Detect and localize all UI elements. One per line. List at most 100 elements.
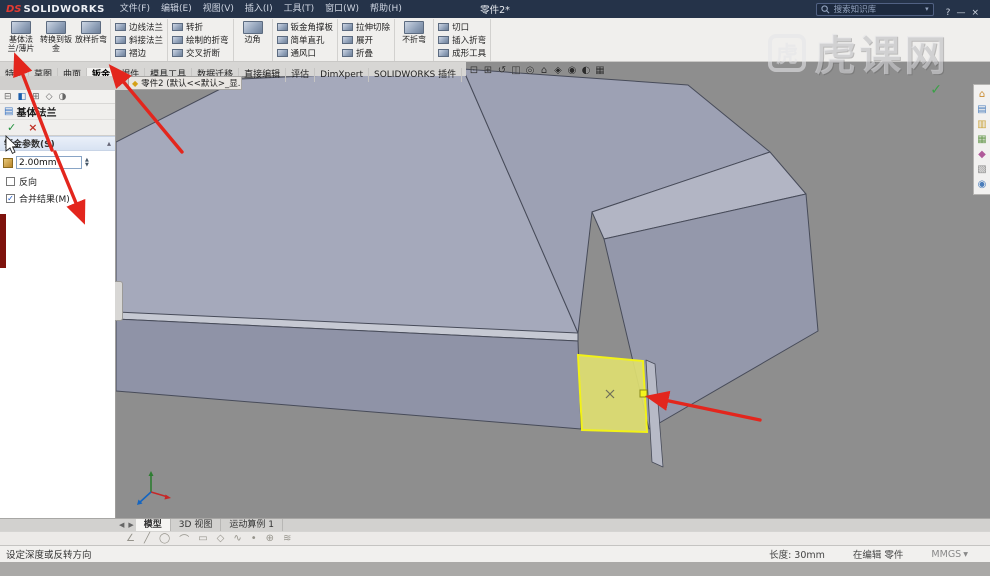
ribbon-button[interactable]: 通风口	[275, 46, 336, 59]
command-tab[interactable]: 评估	[286, 68, 316, 82]
command-tab[interactable]: SOLIDWORKS 插件	[369, 68, 463, 82]
arc-icon[interactable]: ⌒	[179, 531, 189, 546]
ribbon-button[interactable]: 褶边	[113, 46, 165, 59]
menu-item[interactable]: 插入(I)	[240, 0, 278, 18]
ribbon-button[interactable]: 绘制的折弯	[170, 33, 231, 46]
hide-show-items-icon[interactable]: ◉	[566, 65, 578, 76]
graphics-viewport[interactable]: ⊡ ⊞ ↺ ◫ ◎ ⌂ ◈ ◉ ◐ ▦ ✓ ⌂ ▤ ▥ ▦ ◆ ▧ ◉	[116, 62, 990, 518]
collapse-icon[interactable]: ▴	[107, 139, 111, 148]
design-library-icon[interactable]: ▤	[974, 102, 990, 117]
rectangle-icon[interactable]: ▭	[198, 533, 207, 544]
ribbon-button[interactable]: 边线法兰	[113, 20, 165, 33]
dimxpertmanager-tab-icon[interactable]: ◇	[46, 90, 53, 104]
search-dropdown-icon[interactable]: ▾	[925, 5, 929, 13]
ribbon-button[interactable]: 展开	[340, 33, 392, 46]
thickness-input[interactable]	[16, 156, 82, 169]
scroll-left-icon[interactable]: ◀	[117, 519, 126, 531]
previous-view-icon[interactable]: ↺	[496, 65, 508, 76]
view-tab[interactable]: 模型	[135, 519, 171, 531]
line-icon[interactable]: ╱	[144, 533, 150, 544]
sheet-metal-parameters-section[interactable]: 钣金参数(S) ▴	[0, 136, 115, 151]
ribbon-button[interactable]: 钣金角撑板	[275, 20, 336, 33]
ribbon-group: 边线法兰斜接法兰 褶边	[111, 19, 169, 61]
menu-item[interactable]: 工具(T)	[279, 0, 320, 18]
edit-appearance-icon[interactable]: ◐	[580, 65, 592, 76]
merge-checkbox[interactable]: ✓	[6, 194, 15, 203]
sheet-metal-command-icon	[438, 35, 450, 44]
ribbon-button-label: 斜接法兰	[129, 35, 164, 46]
zoom-area-icon[interactable]: ⊞	[482, 65, 494, 76]
command-tab[interactable]: DimXpert	[315, 68, 369, 82]
command-tab[interactable]: 直接编辑	[239, 68, 287, 82]
forum-icon[interactable]: ◉	[974, 177, 990, 192]
ribbon-button[interactable]: 边角	[236, 19, 270, 59]
ribbon-button[interactable]: 成形工具	[436, 46, 488, 59]
menu-item[interactable]: 编辑(E)	[156, 0, 197, 18]
view-tab[interactable]: 3D 视图	[171, 519, 222, 531]
home-icon[interactable]: ⌂	[974, 87, 990, 102]
view-orientation-icon[interactable]: ⌂	[538, 65, 550, 76]
trim-icon[interactable]: ≋	[283, 533, 291, 544]
menu-item[interactable]: 视图(V)	[198, 0, 239, 18]
reverse-checkbox[interactable]	[6, 177, 15, 186]
panel-splitter-grip[interactable]	[115, 281, 123, 321]
ribbon-button[interactable]: 拉伸切除	[340, 20, 392, 33]
apply-scene-icon[interactable]: ▦	[594, 65, 606, 76]
document-tab[interactable]: ◆ 零件2 (默认<<默认>_显...	[128, 76, 242, 90]
ribbon-button[interactable]: 转换到钣金	[39, 19, 73, 59]
thickness-row: ▲ ▼	[0, 151, 115, 171]
dynamic-annotation-icon[interactable]: ◎	[524, 65, 536, 76]
zoom-fit-icon[interactable]: ⊡	[468, 65, 480, 76]
displaymanager-tab-icon[interactable]: ◑	[59, 90, 67, 104]
propertymanager-tab-icon[interactable]: ◧	[18, 90, 27, 104]
circle-icon[interactable]: ◯	[159, 533, 170, 544]
units-selector[interactable]: MMGS ▾	[931, 547, 968, 561]
polygon-icon[interactable]: ◇	[217, 533, 225, 544]
minimize-icon[interactable]: —	[953, 8, 968, 18]
ribbon-button[interactable]: 斜接法兰	[113, 33, 165, 46]
ribbon-button-label: 边角	[244, 35, 261, 44]
ribbon-button[interactable]: 放样折弯	[74, 19, 108, 59]
section-view-icon[interactable]: ◫	[510, 65, 522, 76]
display-style-icon[interactable]: ◈	[552, 65, 564, 76]
ribbon-button[interactable]: 基体法兰/薄片	[4, 19, 38, 59]
menu-item[interactable]: 文件(F)	[115, 0, 155, 18]
help-icon[interactable]: ?	[943, 8, 954, 18]
scroll-right-icon[interactable]: ▶	[126, 519, 135, 531]
spin-down-icon[interactable]: ▼	[85, 162, 89, 168]
ribbon-button[interactable]: 简单直孔	[275, 33, 336, 46]
ribbon-button[interactable]: 转折	[170, 20, 231, 33]
confirmation-corner-check[interactable]: ✓	[930, 82, 942, 98]
ribbon-button[interactable]: 不折弯	[397, 19, 431, 59]
ribbon: 基体法兰/薄片 转换到钣金 放样折弯 边线法兰斜接法兰 褶边 转折 绘制的折弯 交叉折断 边角 钣…	[0, 18, 990, 62]
search-placeholder: 搜索知识库	[833, 5, 877, 15]
editing-mode: 在编辑 零件	[852, 550, 904, 561]
ribbon-button[interactable]: 交叉折断	[170, 46, 231, 59]
close-icon[interactable]: ×	[968, 8, 982, 18]
mirror-icon[interactable]: ⊕	[266, 533, 274, 544]
selection-handle[interactable]	[639, 389, 648, 398]
ribbon-button-label: 简单直孔	[290, 35, 325, 46]
custom-properties-icon[interactable]: ▧	[974, 162, 990, 177]
ribbon-button[interactable]: 插入折弯	[436, 33, 488, 46]
status-right: 长度: 30mm 在编辑 零件 MMGS ▾	[769, 547, 968, 562]
search-box[interactable]: 搜索知识库 ▾	[815, 2, 934, 16]
ok-button[interactable]: ✓	[7, 121, 16, 134]
point-icon[interactable]: •	[251, 533, 257, 544]
configurationmanager-tab-icon[interactable]: ⊞	[32, 90, 40, 104]
smart-dimension-icon[interactable]: ∠	[126, 533, 135, 544]
appearances-icon[interactable]: ◆	[974, 147, 990, 162]
spline-icon[interactable]: ∿	[233, 533, 241, 544]
menu-item[interactable]: 帮助(H)	[365, 0, 407, 18]
ribbon-group: 切口 插入折弯 成形工具	[434, 19, 492, 61]
featuremanager-tab-icon[interactable]: ⊟	[4, 90, 12, 104]
view-palette-icon[interactable]: ▦	[974, 132, 990, 147]
ribbon-button[interactable]: 折叠	[340, 46, 392, 59]
view-tab[interactable]: 运动算例 1	[221, 519, 283, 531]
file-explorer-icon[interactable]: ▥	[974, 117, 990, 132]
heads-up-view-toolbar: ⊡ ⊞ ↺ ◫ ◎ ⌂ ◈ ◉ ◐ ▦	[468, 65, 606, 76]
ribbon-button[interactable]: 切口	[436, 20, 488, 33]
menu-item[interactable]: 窗口(W)	[320, 0, 364, 18]
cancel-button[interactable]: ×	[28, 121, 37, 134]
selected-face[interactable]	[576, 353, 649, 434]
